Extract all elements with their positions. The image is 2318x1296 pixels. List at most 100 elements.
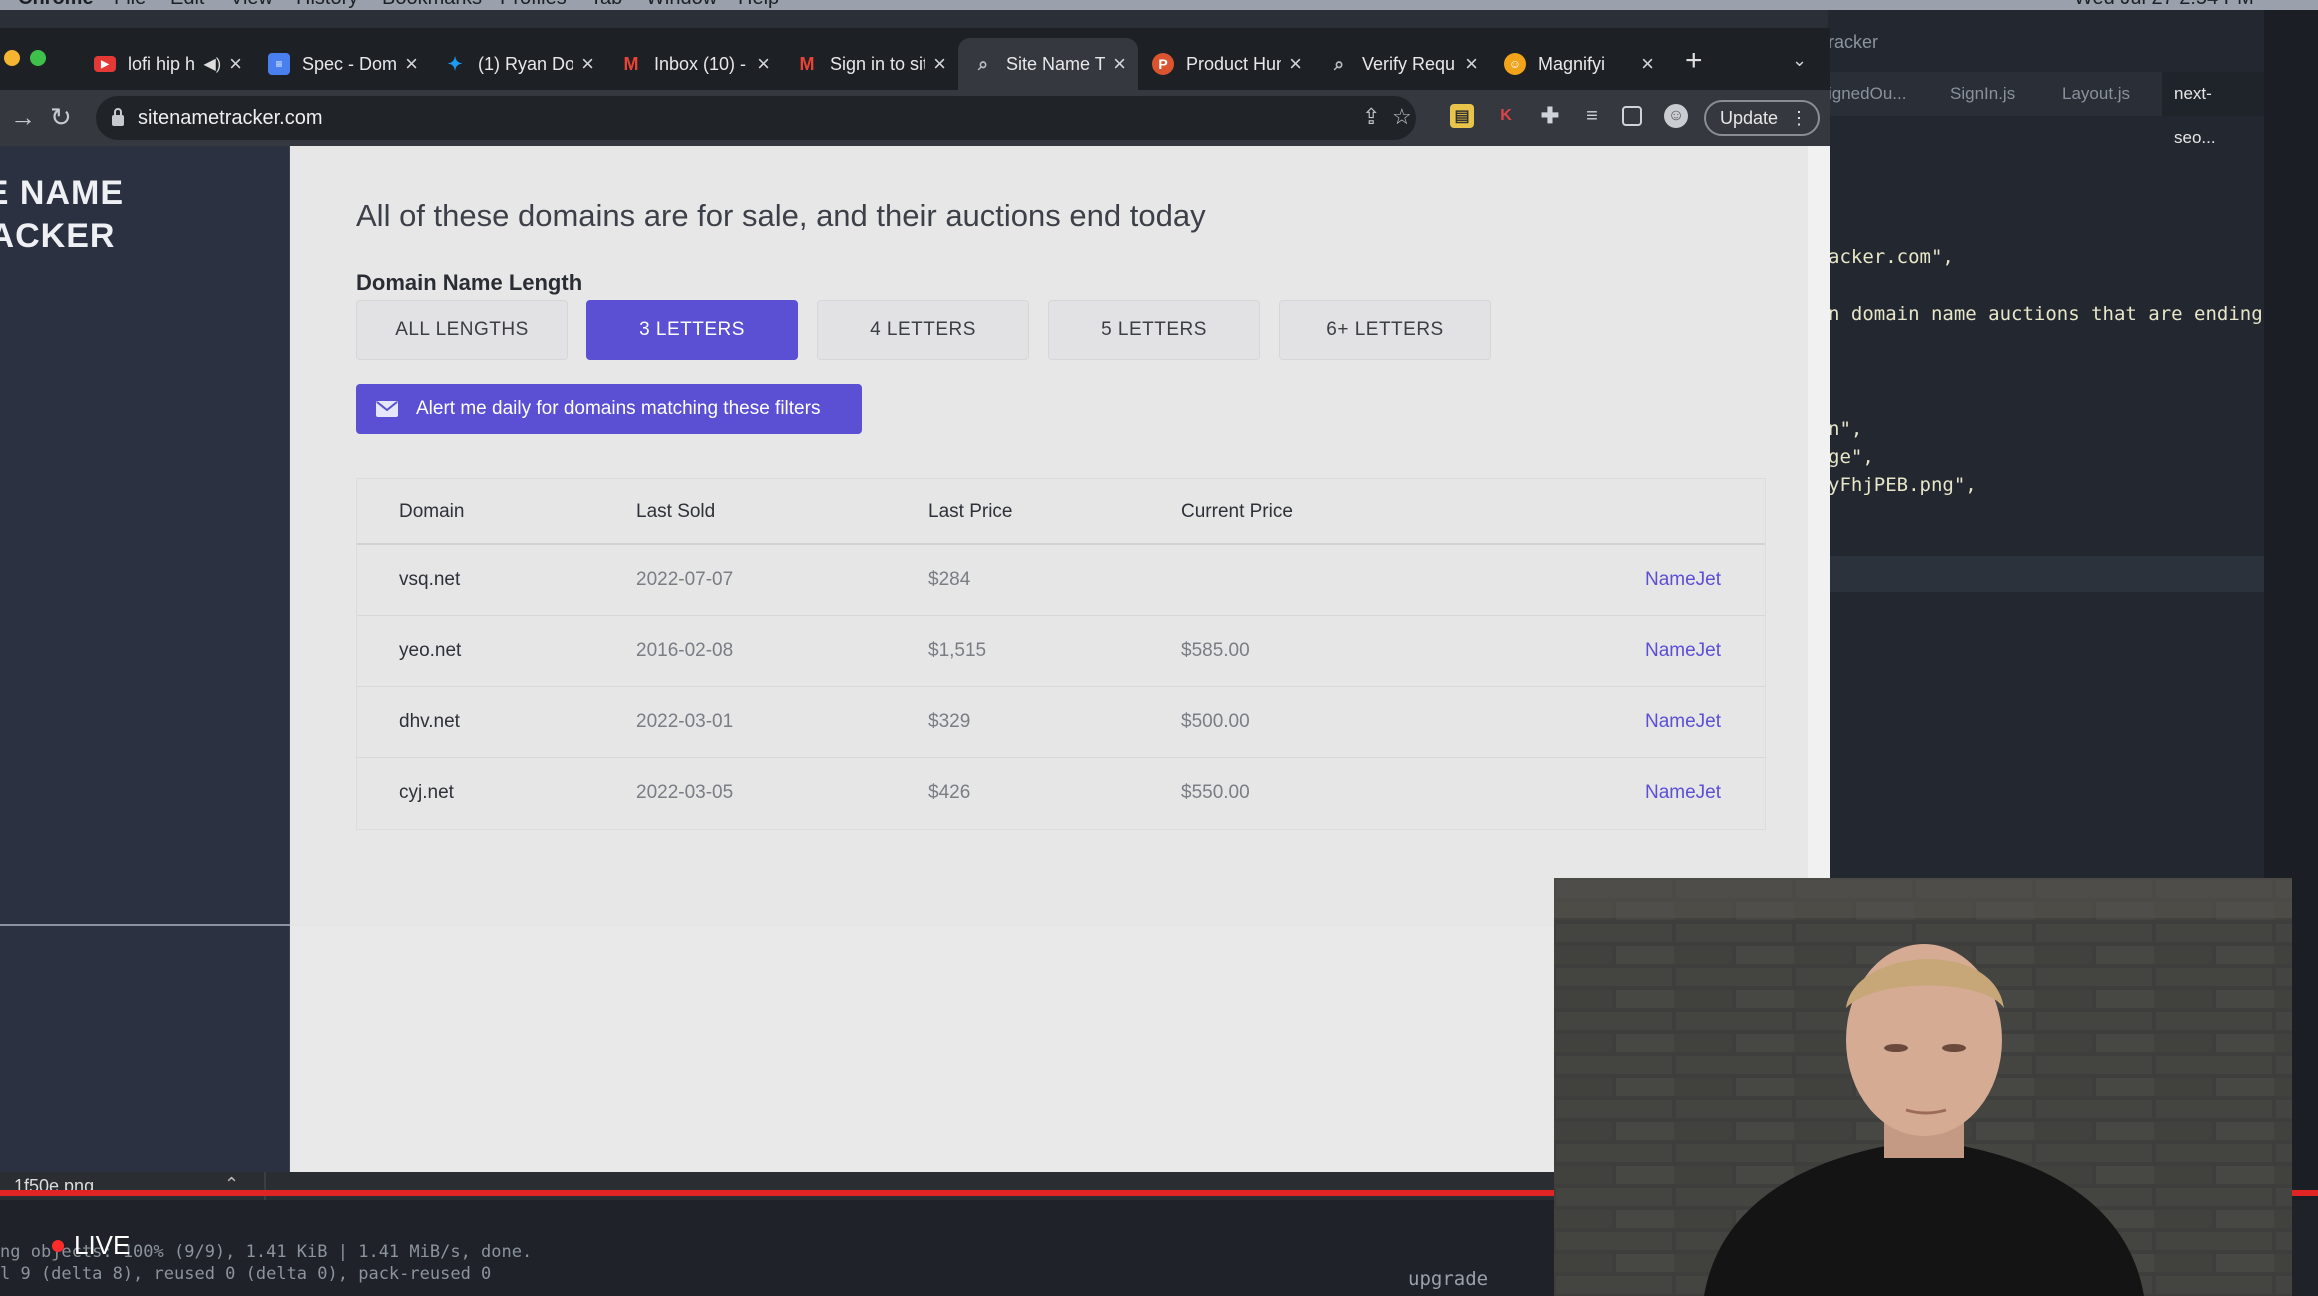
menu-window[interactable]: Window	[646, 0, 717, 10]
alert-me-button[interactable]: Alert me daily for domains matching thes…	[356, 384, 862, 434]
zoom-window-button[interactable]	[30, 50, 46, 66]
close-tab-icon[interactable]: ×	[1465, 51, 1478, 77]
side-panel-icon[interactable]	[1622, 106, 1642, 126]
browser-tab[interactable]: P Product Hun ×	[1138, 38, 1314, 90]
close-tab-icon[interactable]: ×	[1289, 51, 1302, 77]
tab-title: Sign in to sit	[830, 53, 926, 74]
magnifier-icon: ⌕	[1333, 53, 1345, 74]
current-price-cell: $585.00	[1181, 640, 1250, 661]
minimize-window-button[interactable]	[4, 50, 20, 66]
browser-tab[interactable]: M Sign in to sit ×	[782, 38, 958, 90]
close-tab-icon[interactable]: ×	[933, 51, 946, 77]
address-bar[interactable]: sitenametracker.com ⇪ ☆	[96, 96, 1416, 140]
filter-3-letters-button[interactable]: 3 LETTERS	[586, 300, 798, 360]
twitter-icon: ✦	[447, 53, 463, 74]
tab-title: Site Name T	[1006, 53, 1106, 74]
avatar[interactable]: ☺	[1664, 104, 1688, 128]
editor-tab[interactable]: SignIn.js	[1950, 72, 2015, 116]
reading-list-icon[interactable]: ≡	[1580, 104, 1604, 128]
namejet-link[interactable]: NameJet	[1645, 711, 1721, 733]
code-line: ge",	[1828, 446, 1874, 468]
editor-tab-strip: ignedOu... SignIn.js Layout.js next-seo.…	[1828, 72, 2264, 147]
bookmark-star-icon[interactable]: ☆	[1392, 104, 1412, 130]
tab-title: lofi hip h	[128, 53, 196, 74]
menu-file[interactable]: File	[114, 0, 146, 10]
column-header-domain: Domain	[399, 501, 465, 522]
tab-title: Verify Requ	[1362, 53, 1456, 74]
browser-tab[interactable]: ⌕ Verify Requ ×	[1314, 38, 1490, 90]
terminal-line: l 9 (delta 8), reused 0 (delta 0), pack-…	[0, 1264, 492, 1284]
table-row: dhv.net 2022-03-01 $329 $500.00 NameJet	[357, 687, 1765, 758]
namejet-link[interactable]: NameJet	[1645, 569, 1721, 591]
close-tab-icon[interactable]: ×	[1641, 51, 1654, 77]
filter-label: Domain Name Length	[356, 270, 583, 295]
browser-tab[interactable]: ☺ Magnifyi ×	[1490, 38, 1666, 90]
filter-6plus-letters-button[interactable]: 6+ LETTERS	[1279, 300, 1491, 360]
code-line: yFhjPEB.png",	[1828, 474, 1977, 496]
current-price-cell: $500.00	[1181, 711, 1250, 732]
extension-icon[interactable]: ▤	[1450, 104, 1474, 128]
column-header-current-price: Current Price	[1181, 501, 1293, 522]
macos-menu-bar: Chrome File Edit View History Bookmarks …	[0, 0, 2318, 10]
browser-tab[interactable]: ≡ Spec - Dom ×	[254, 38, 430, 90]
menu-tab[interactable]: Tab	[590, 0, 622, 10]
close-tab-icon[interactable]: ×	[1113, 51, 1126, 77]
extension-k-icon[interactable]: K	[1494, 104, 1518, 128]
menu-bookmarks[interactable]: Bookmarks	[382, 0, 482, 10]
close-tab-icon[interactable]: ×	[757, 51, 770, 77]
browser-tab[interactable]: ✦ (1) Ryan Do ×	[430, 38, 606, 90]
filter-all-lengths-button[interactable]: ALL LENGTHS	[356, 300, 568, 360]
live-indicator[interactable]: LIVE	[52, 1230, 130, 1261]
column-header-last-price: Last Price	[928, 501, 1013, 522]
editor-tab[interactable]: Layout.js	[2062, 72, 2130, 116]
site-name-line-1: TE NAME	[0, 174, 124, 212]
code-line: n",	[1828, 418, 1863, 440]
forward-icon[interactable]: →	[10, 102, 36, 133]
browser-tab-active[interactable]: ⌕ Site Name T ×	[958, 38, 1138, 90]
close-tab-icon[interactable]: ×	[405, 51, 418, 77]
last-sold-cell: 2022-07-07	[636, 569, 734, 590]
namejet-link[interactable]: NameJet	[1645, 782, 1721, 804]
update-button[interactable]: Update ⋮	[1704, 100, 1820, 136]
menu-view[interactable]: View	[230, 0, 273, 10]
menu-app-name[interactable]: Chrome	[18, 0, 94, 10]
reload-icon[interactable]: ↻	[50, 102, 72, 133]
new-tab-icon[interactable]: +	[1685, 46, 1703, 76]
puzzle-icon[interactable]: ✚	[1538, 103, 1562, 128]
chevron-down-icon[interactable]: ⌄	[1792, 50, 1807, 71]
site-sidebar: TE NAME RACKER	[0, 146, 290, 1200]
close-tab-icon[interactable]: ×	[229, 51, 242, 77]
producthunt-icon: P	[1152, 53, 1174, 75]
filter-5-letters-button[interactable]: 5 LETTERS	[1048, 300, 1260, 360]
url-text[interactable]: sitenametracker.com	[138, 107, 323, 130]
site-logo-text[interactable]: TE NAME RACKER	[0, 172, 264, 258]
menu-history[interactable]: History	[296, 0, 358, 10]
browser-tab[interactable]: ▶ lofi hip h ◀) ×	[80, 38, 254, 90]
last-sold-cell: 2016-02-08	[636, 640, 734, 661]
menu-clock: Wed Jul 27 2:54 PM	[2074, 0, 2254, 10]
tab-strip: ▶ lofi hip h ◀) × ≡ Spec - Dom × ✦ (1) R…	[0, 28, 1830, 90]
speaker-icon[interactable]: ◀)	[204, 54, 222, 74]
tab-title: (1) Ryan Do	[478, 53, 574, 74]
more-vert-icon[interactable]: ⋮	[1790, 102, 1808, 134]
domain-cell: cyj.net	[399, 782, 454, 803]
browser-tab[interactable]: M Inbox (10) - ×	[606, 38, 782, 90]
webcam-image	[1554, 878, 2292, 1296]
domain-cell: vsq.net	[399, 569, 461, 590]
domain-cell: yeo.net	[399, 640, 462, 661]
filter-4-letters-button[interactable]: 4 LETTERS	[817, 300, 1029, 360]
share-icon[interactable]: ⇪	[1362, 104, 1380, 130]
editor-tab[interactable]: ignedOu...	[1828, 72, 1906, 116]
page-scrollbar[interactable]	[1808, 146, 1830, 924]
domains-table: Domain Last Sold Last Price Current Pric…	[356, 478, 1766, 830]
close-tab-icon[interactable]: ×	[581, 51, 594, 77]
last-sold-cell: 2022-03-01	[636, 711, 734, 732]
editor-tab-active[interactable]: next-seo...	[2162, 72, 2264, 147]
code-line: n domain name auctions that are ending	[1828, 303, 2263, 325]
docs-icon: ≡	[268, 53, 290, 75]
menu-help[interactable]: Help	[738, 0, 779, 10]
menu-profiles[interactable]: Profiles	[500, 0, 567, 10]
menu-edit[interactable]: Edit	[170, 0, 204, 10]
gmail-icon: M	[799, 53, 815, 74]
namejet-link[interactable]: NameJet	[1645, 640, 1721, 662]
